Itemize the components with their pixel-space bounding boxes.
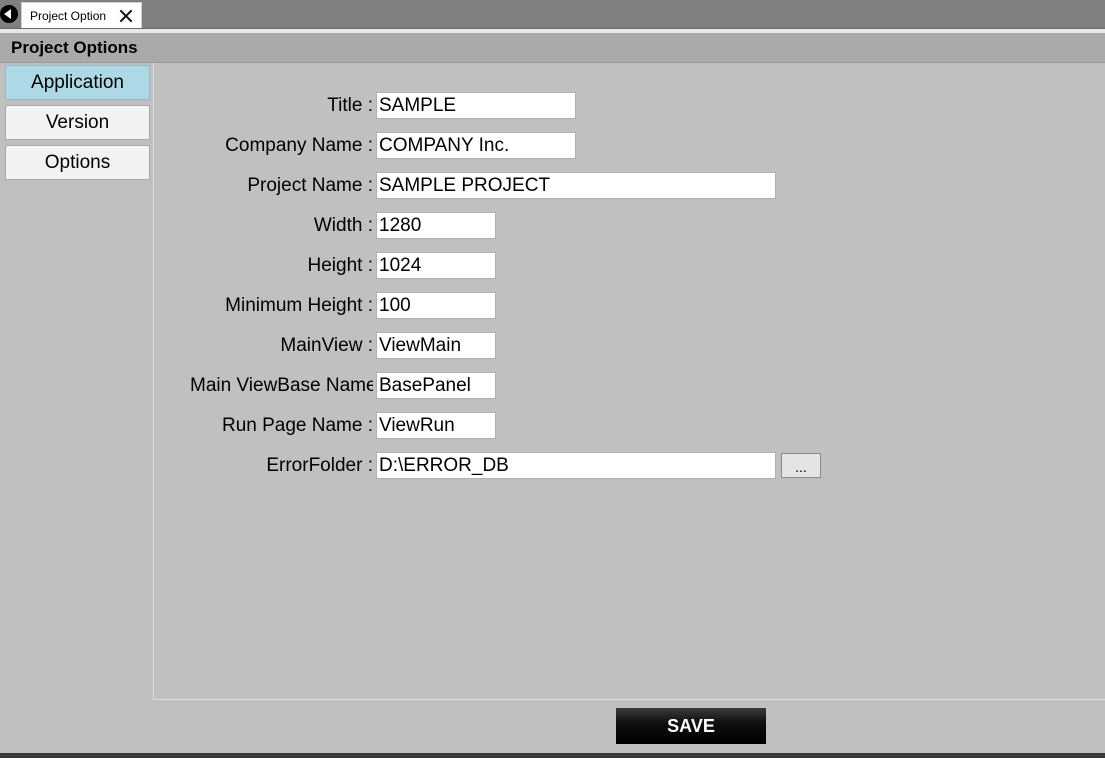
width-field[interactable]: 1280 <box>376 212 496 239</box>
minimum-height-label: Minimum Height : <box>225 295 373 316</box>
main-viewbase-name-field[interactable]: BasePanel <box>376 372 496 399</box>
sidebar-item-version[interactable]: Version <box>5 105 150 140</box>
company-name-label: Company Name : <box>225 135 373 156</box>
height-label: Height : <box>307 255 373 276</box>
browse-button[interactable]: ... <box>781 453 821 478</box>
title-field[interactable]: SAMPLE <box>376 92 576 119</box>
project-name-field[interactable]: SAMPLE PROJECT <box>376 172 776 199</box>
main-viewbase-name-label: Main ViewBase Name : <box>190 375 373 396</box>
back-arrow-icon[interactable] <box>0 5 18 23</box>
company-name-field[interactable]: COMPANY Inc. <box>376 132 576 159</box>
project-name-label: Project Name : <box>247 175 373 196</box>
run-page-name-label: Run Page Name : <box>221 415 373 436</box>
save-button[interactable]: SAVE <box>616 708 766 744</box>
minimum-height-field[interactable]: 100 <box>376 292 496 319</box>
width-label: Width : <box>313 215 373 236</box>
run-page-name-field[interactable]: ViewRun <box>376 412 496 439</box>
main-view-field[interactable]: ViewMain <box>376 332 496 359</box>
tab-strip: Project Option <box>0 0 1105 29</box>
error-folder-field[interactable]: D:\ERROR_DB <box>376 452 776 479</box>
tab-project-option[interactable]: Project Option <box>21 2 142 28</box>
error-folder-label: ErrorFolder : <box>266 455 373 476</box>
sidebar-item-options[interactable]: Options <box>5 145 150 180</box>
tab-label: Project Option <box>30 9 107 23</box>
header-bar: Project Options <box>0 33 1105 63</box>
height-field[interactable]: 1024 <box>376 252 496 279</box>
bottom-border <box>0 753 1105 758</box>
title-label: Title : <box>327 95 373 116</box>
sidebar-item-application[interactable]: Application <box>5 65 150 100</box>
main-view-label: MainView : <box>280 335 373 356</box>
page-title: Project Options <box>11 38 138 57</box>
close-icon[interactable] <box>117 7 135 25</box>
